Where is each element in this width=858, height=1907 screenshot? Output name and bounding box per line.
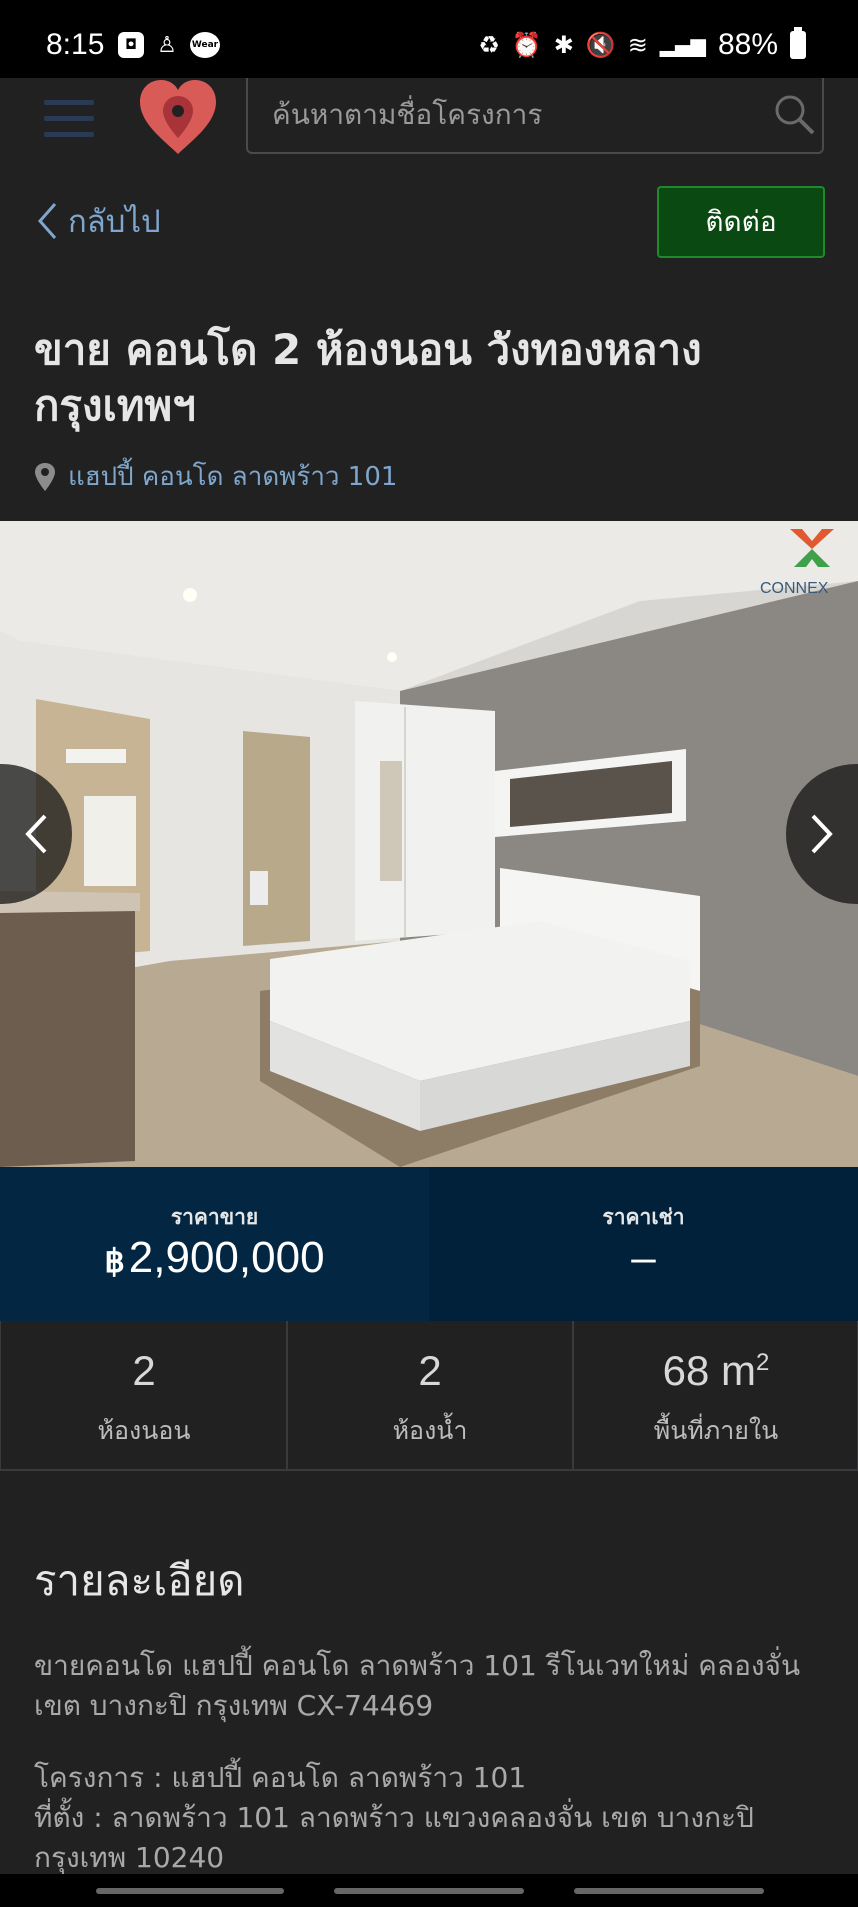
- stat-area: 68 m2 พื้นที่ภายใน: [572, 1321, 858, 1469]
- chevron-left-icon: [25, 814, 47, 854]
- search-icon[interactable]: [772, 92, 816, 136]
- battery-icon: [790, 27, 806, 59]
- area-unit-sup: 2: [756, 1349, 770, 1376]
- home-button[interactable]: [334, 1888, 524, 1894]
- menu-icon[interactable]: [44, 100, 94, 140]
- status-right-icons: ♻ ⏰ ✱ 🔇 ≋ ▂▄▆ 88%: [478, 27, 806, 62]
- status-bar: 8:15 ◘ ♙ Wear ♻ ⏰ ✱ 🔇 ≋ ▂▄▆ 88%: [0, 0, 858, 78]
- wifi-icon: ≋: [627, 31, 648, 59]
- chevron-left-icon: [37, 203, 57, 239]
- mute-icon: 🔇: [585, 31, 616, 59]
- photo-gallery[interactable]: CONNEX: [0, 521, 858, 1167]
- status-time: 8:15: [46, 28, 105, 61]
- stat-bathrooms: 2 ห้องน้ำ: [286, 1321, 572, 1469]
- app-header: [0, 78, 858, 164]
- battery-saver-icon: ♻: [478, 31, 500, 59]
- bluetooth-icon: ✱: [553, 31, 574, 59]
- back-label: กลับไป: [68, 204, 161, 240]
- logo-icon[interactable]: [136, 78, 220, 156]
- sale-price-value: ฿2,900,000: [0, 1233, 429, 1283]
- bathrooms-value: 2: [418, 1347, 442, 1394]
- search-input[interactable]: [272, 92, 742, 136]
- property-stats: 2 ห้องนอน 2 ห้องน้ำ 68 m2 พื้นที่ภายใน: [0, 1321, 858, 1471]
- area-label: พื้นที่ภายใน: [653, 1416, 779, 1445]
- notification-icon: ◘: [118, 32, 144, 58]
- location-link[interactable]: แฮปปี้ คอนโด ลาดพร้าว 101: [34, 456, 397, 497]
- signal-icon: ▂▄▆: [659, 33, 706, 57]
- location-label: แฮปปี้ คอนโด ลาดพร้าว 101: [68, 462, 398, 492]
- app-icon: ♙: [157, 32, 177, 58]
- area-number: 68: [662, 1347, 710, 1394]
- room-photo: CONNEX: [0, 521, 858, 1167]
- chevron-right-icon: [811, 814, 833, 854]
- project-line: โครงการ : แฮปปี้ คอนโด ลาดพร้าว 101: [34, 1761, 527, 1794]
- details-description: ขายคอนโด แฮปปี้ คอนโด ลาดพร้าว 101 รีโนเ…: [34, 1649, 801, 1722]
- back-link[interactable]: กลับไป: [36, 196, 161, 246]
- contact-button[interactable]: ติดต่อ: [657, 186, 825, 258]
- wear-icon: Wear: [190, 32, 220, 58]
- bedrooms-value: 2: [132, 1347, 156, 1394]
- area-value: 68 m2: [574, 1347, 858, 1395]
- details-heading: รายละเอียด: [34, 1556, 245, 1605]
- battery-percent: 88%: [717, 28, 778, 61]
- baht-sign: ฿: [104, 1243, 125, 1279]
- system-nav-bar: [0, 1874, 858, 1907]
- gallery-watermark: CONNEX: [760, 580, 829, 597]
- alarm-icon: ⏰: [511, 31, 542, 59]
- rent-price-value: –: [631, 1233, 656, 1282]
- address-line: ที่ตั้ง : ลาดพร้าว 101 ลาดพร้าว แขวงคลอง…: [34, 1801, 754, 1874]
- area-unit: m: [721, 1347, 757, 1394]
- recents-button[interactable]: [96, 1888, 284, 1894]
- sale-price-label: ราคาขาย: [170, 1205, 259, 1229]
- back-button[interactable]: [574, 1888, 764, 1894]
- sale-price: ราคาขาย ฿2,900,000: [0, 1167, 429, 1321]
- sale-price-amount: 2,900,000: [128, 1233, 325, 1282]
- status-left-icons: ◘ ♙ Wear: [118, 32, 220, 58]
- bedrooms-label: ห้องนอน: [97, 1416, 191, 1445]
- map-pin-icon: [35, 462, 55, 491]
- stat-bedrooms: 2 ห้องนอน: [1, 1321, 287, 1469]
- search-box: [246, 78, 824, 154]
- page-title: ขาย คอนโด 2 ห้องนอน วังทองหลาง กรุงเทพฯ: [34, 325, 702, 430]
- price-band: ราคาขาย ฿2,900,000 ราคาเช่า –: [0, 1167, 858, 1321]
- details-info: โครงการ : แฮปปี้ คอนโด ลาดพร้าว 101 ที่ต…: [34, 1758, 834, 1878]
- rent-price: ราคาเช่า –: [429, 1167, 858, 1321]
- rent-price-label: ราคาเช่า: [602, 1205, 685, 1229]
- bathrooms-label: ห้องน้ำ: [392, 1416, 468, 1445]
